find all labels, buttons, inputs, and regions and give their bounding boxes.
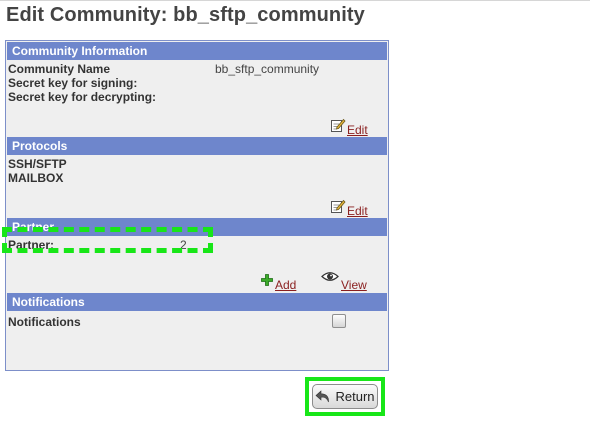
return-highlight-box: Return — [305, 377, 385, 416]
notifications-label: Notifications — [8, 315, 81, 329]
return-button-label: Return — [335, 389, 375, 404]
edit-community-info-link[interactable]: Edit — [347, 123, 368, 137]
section-header-community-information: Community Information — [7, 42, 387, 60]
notifications-checkbox[interactable] — [332, 314, 346, 328]
partner-highlight-box — [2, 227, 213, 253]
view-partner-link[interactable]: View — [341, 278, 367, 292]
section-header-protocols: Protocols — [7, 137, 387, 155]
add-icon[interactable] — [261, 274, 273, 286]
section-header-notifications: Notifications — [7, 293, 387, 311]
protocol-item-mailbox: MAILBOX — [8, 171, 64, 185]
top-divider — [0, 0, 590, 1]
community-panel: Community Information Community Name bb_… — [5, 40, 389, 371]
return-button[interactable]: Return — [312, 384, 378, 409]
community-name-value: bb_sftp_community — [215, 62, 320, 76]
add-partner-link[interactable]: Add — [275, 278, 296, 292]
edit-icon[interactable] — [330, 117, 346, 133]
protocol-item-ssh-sftp: SSH/SFTP — [8, 157, 67, 171]
eye-icon[interactable] — [321, 270, 339, 283]
community-name-label: Community Name — [8, 62, 111, 76]
page-title: Edit Community: bb_sftp_community — [6, 4, 365, 26]
edit-icon[interactable] — [330, 198, 346, 214]
return-arrow-icon — [316, 389, 330, 402]
secret-key-decrypting-label: Secret key for decrypting: — [8, 90, 157, 104]
secret-key-signing-label: Secret key for signing: — [8, 76, 138, 90]
edit-protocols-link[interactable]: Edit — [347, 204, 368, 218]
